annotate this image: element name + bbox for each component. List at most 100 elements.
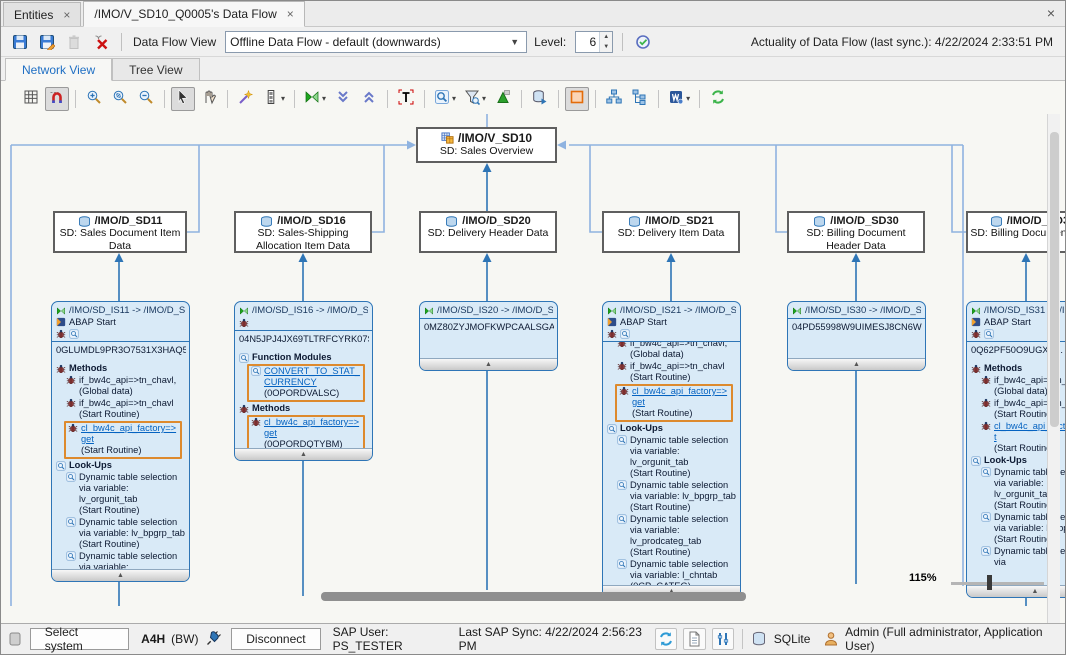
dropdown-arrow-icon[interactable]: ▾: [686, 94, 690, 103]
lookup-icon[interactable]: [984, 329, 994, 339]
node-v-sd10[interactable]: /IMO/V_SD10 SD: Sales Overview: [416, 127, 557, 163]
transformation-button[interactable]: ▾: [301, 87, 329, 111]
toolbar-separator: [595, 90, 596, 108]
auto-layout-button[interactable]: [234, 87, 258, 111]
data-flow-canvas[interactable]: /IMO/V_SD10 SD: Sales Overview /IMO/D_SD…: [1, 114, 1065, 623]
transformation-box-1[interactable]: /IMO/SD_IS11 -> /IMO/D_SD11ABAP Start0GL…: [51, 301, 190, 582]
dso-node-5[interactable]: /IMO/D_SD30SD: Billing Document Header D…: [787, 211, 925, 253]
transformation-box-5[interactable]: /IMO/SD_IS30 -> /IMO/D_SD3004PD55998W9UI…: [787, 301, 926, 371]
transformation-box-3[interactable]: /IMO/SD_IS20 -> /IMO/D_SD200MZ80ZYJMOFKW…: [419, 301, 558, 371]
code-link[interactable]: cl_bw4c_api_factory=>get: [81, 423, 178, 445]
vertical-scrollbar-thumb[interactable]: [1050, 132, 1059, 427]
select-icon: [175, 89, 191, 108]
expand-all-button[interactable]: [357, 87, 381, 111]
transformation-item[interactable]: cl_bw4c_api_factory=>get(Start Routine): [64, 421, 182, 459]
abap-routine-icon[interactable]: [56, 329, 66, 339]
levels-button[interactable]: ▾: [260, 87, 288, 111]
delete-data-flow-button[interactable]: [90, 31, 112, 53]
application-window: { "tabs": [ { "label": "Entities", "acti…: [0, 0, 1066, 655]
tab-data-flow[interactable]: /IMO/V_SD10_Q0005's Data Flow ×: [83, 1, 304, 27]
select-system-button[interactable]: Select system: [30, 628, 129, 650]
code-link[interactable]: cl_bw4c_api_factory=>get: [632, 386, 729, 408]
select-button[interactable]: [171, 87, 195, 111]
zoom-slider[interactable]: [951, 582, 1044, 585]
delete-button[interactable]: [63, 31, 85, 53]
zoom-out-button[interactable]: [134, 87, 158, 111]
compare-button[interactable]: [712, 628, 734, 650]
log-icon[interactable]: [7, 630, 24, 648]
pan-button[interactable]: [197, 87, 221, 111]
export-icon: [532, 89, 548, 108]
transformation-icon: [971, 306, 981, 316]
abap-routine-icon[interactable]: [239, 318, 249, 328]
grid-button[interactable]: [19, 87, 43, 111]
dropdown-arrow-icon[interactable]: ▾: [452, 94, 456, 103]
data-flow-view-select[interactable]: Offline Data Flow - default (downwards) …: [225, 31, 527, 53]
tab-tree-view[interactable]: Tree View: [112, 58, 199, 80]
filter-button[interactable]: ▾: [461, 87, 489, 111]
close-icon[interactable]: ×: [63, 8, 70, 22]
collapse-handle[interactable]: ▲: [420, 358, 557, 370]
window-close-icon[interactable]: ×: [1047, 5, 1055, 21]
abap-routine-icon[interactable]: [607, 329, 617, 339]
search-button[interactable]: ▾: [431, 87, 459, 111]
abap-routine-icon: [617, 361, 627, 371]
collapse-handle[interactable]: ▲: [788, 358, 925, 370]
word-export-button[interactable]: ▾: [665, 87, 693, 111]
lookup-icon[interactable]: [69, 329, 79, 339]
spin-up-icon[interactable]: ▲: [600, 32, 612, 42]
code-link[interactable]: CONVERT_TO_STAT_CURRENCY: [264, 366, 361, 388]
transformation-box-2[interactable]: /IMO/SD_IS16 -> /IMO/D_SD1604N5JPJ4JX69T…: [234, 301, 373, 461]
sync-status-button[interactable]: [632, 31, 654, 53]
transformation-item[interactable]: CONVERT_TO_STAT_CURRENCY(0OPORDVALSC): [247, 364, 365, 402]
zoom-in-button[interactable]: [82, 87, 106, 111]
abap-routine-icon[interactable]: [971, 329, 981, 339]
tree-layout-button[interactable]: [628, 87, 652, 111]
horizontal-scrollbar[interactable]: [321, 592, 746, 601]
magnet-button[interactable]: [45, 87, 69, 111]
chevron-down-icon[interactable]: ▼: [507, 37, 522, 47]
vertical-scrollbar[interactable]: [1047, 114, 1060, 623]
graph-toolbar: ▾ ▾ ▾ ▾ ▾: [19, 85, 1065, 112]
transformation-box-4[interactable]: /IMO/SD_IS21 -> /IMO/D_SD21ABAP Startif_…: [602, 301, 741, 598]
close-icon[interactable]: ×: [287, 7, 294, 21]
header-icon-row: [239, 318, 368, 328]
zoom-slider-handle[interactable]: [987, 575, 992, 590]
refresh-sync-button[interactable]: [655, 628, 677, 650]
filter-go-button[interactable]: [491, 87, 515, 111]
dropdown-arrow-icon[interactable]: ▾: [482, 94, 486, 103]
refresh-button[interactable]: [706, 87, 730, 111]
node-description: SD: Sales-Shipping Allocation Item Data: [238, 227, 368, 252]
dropdown-arrow-icon[interactable]: ▾: [322, 94, 326, 103]
zoom-fit-button[interactable]: [108, 87, 132, 111]
disconnect-button[interactable]: Disconnect: [231, 628, 320, 650]
transformation-item[interactable]: cl_bw4c_api_factory=>get(Start Routine): [615, 384, 733, 422]
network-layout-button[interactable]: [602, 87, 626, 111]
transformation-item[interactable]: cl_bw4c_api_factory=>get(0OPORDQTYBM): [247, 415, 365, 448]
dso-node-2[interactable]: /IMO/D_SD16SD: Sales-Shipping Allocation…: [234, 211, 372, 253]
dso-node-3[interactable]: /IMO/D_SD20SD: Delivery Header Data: [419, 211, 557, 253]
dso-node-1[interactable]: /IMO/D_SD11SD: Sales Document Item Data: [53, 211, 187, 253]
tab-network-view[interactable]: Network View: [5, 58, 112, 81]
database-icon: [751, 630, 768, 648]
highlight-button[interactable]: [565, 87, 589, 111]
collapse-handle[interactable]: ▲: [52, 569, 189, 581]
tab-entities[interactable]: Entities ×: [3, 2, 81, 26]
spin-down-icon[interactable]: ▼: [600, 42, 612, 52]
save-as-button[interactable]: [36, 31, 58, 53]
text-button[interactable]: [394, 87, 418, 111]
collapse-all-button[interactable]: [331, 87, 355, 111]
collapse-handle[interactable]: ▲: [235, 448, 372, 460]
export-button[interactable]: [528, 87, 552, 111]
tab-label: /IMO/V_SD10_Q0005's Data Flow: [94, 7, 276, 21]
report-button[interactable]: [683, 628, 705, 650]
code-link[interactable]: cl_bw4c_api_factory=>get: [264, 417, 361, 439]
dso-node-4[interactable]: /IMO/D_SD21SD: Delivery Item Data: [602, 211, 740, 253]
level-spinner[interactable]: 6 ▲▼: [575, 31, 613, 53]
transformation-subtitle: ABAP Start: [607, 317, 736, 327]
lookup-icon: [617, 514, 627, 524]
lookup-icon[interactable]: [620, 329, 630, 339]
dropdown-arrow-icon[interactable]: ▾: [281, 94, 285, 103]
save-button[interactable]: [9, 31, 31, 53]
abap-routine-icon: [66, 398, 76, 408]
